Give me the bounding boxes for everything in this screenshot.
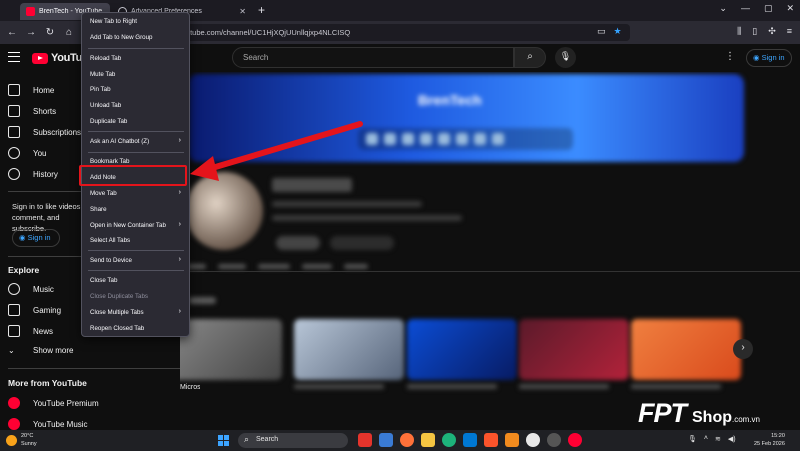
weather-widget[interactable]: 20°C Sunny xyxy=(21,432,37,448)
weather-temp: 20°C xyxy=(21,433,34,439)
youtube-app-icon[interactable] xyxy=(568,433,582,447)
windows-taskbar: 20°C Sunny Search 🎙 ˄ ≋ ◀) 15:20 25 Feb … xyxy=(0,430,800,451)
clock-time: 15:20 xyxy=(771,433,785,439)
edge-icon[interactable] xyxy=(442,433,456,447)
domain-text: .com.vn xyxy=(732,415,761,424)
fpt-logo-text: FPT xyxy=(638,398,687,428)
brave-icon[interactable] xyxy=(484,433,498,447)
fptshop-watermark: FPT Shop .com.vn xyxy=(638,398,760,429)
app-icon[interactable] xyxy=(505,433,519,447)
app-icon[interactable] xyxy=(463,433,477,447)
chrome-icon[interactable] xyxy=(526,433,540,447)
system-tray: 🎙 ˄ ≋ ◀) xyxy=(688,435,736,443)
taskbar-apps xyxy=(358,433,582,447)
sun-icon xyxy=(6,435,17,446)
weather-desc: Sunny xyxy=(21,441,37,447)
taskbar-clock[interactable]: 15:20 25 Feb 2026 xyxy=(754,432,785,448)
file-explorer-icon[interactable] xyxy=(421,433,435,447)
shop-logo-text: Shop xyxy=(692,409,732,426)
windows-start-icon[interactable] xyxy=(218,435,229,446)
settings-icon[interactable] xyxy=(547,433,561,447)
microphone-icon[interactable]: 🎙 xyxy=(688,435,697,443)
vivaldi-icon[interactable] xyxy=(358,433,372,447)
clock-date: 25 Feb 2026 xyxy=(754,441,785,447)
wifi-icon[interactable]: ≋ xyxy=(715,435,721,443)
volume-icon[interactable]: ◀) xyxy=(728,435,736,443)
firefox-icon[interactable] xyxy=(400,433,414,447)
annotation-arrow xyxy=(190,121,363,181)
taskbar-search[interactable]: Search xyxy=(238,433,348,448)
chevron-up-icon[interactable]: ˄ xyxy=(704,435,708,443)
app-icon[interactable] xyxy=(379,433,393,447)
